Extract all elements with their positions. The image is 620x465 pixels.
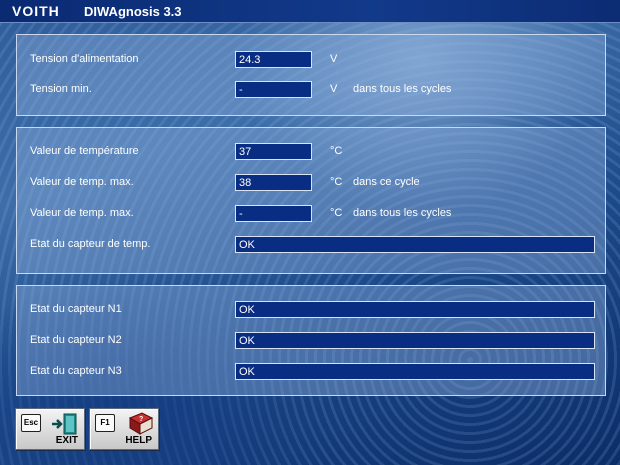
unit-supply-voltage: V [330,53,338,65]
label-sensor-n1: Etat du capteur N1 [30,303,122,315]
panel-sensors: Etat du capteur N1 OK Etat du capteur N2… [16,285,606,396]
label-min-voltage: Tension min. [30,83,92,95]
label-temp-sensor-status: Etat du capteur de temp. [30,238,151,250]
unit-temperature: °C [330,145,343,157]
value-max-temp-cycle: 38 [235,174,312,191]
app-title: DIWAgnosis 3.3 [84,3,182,19]
row-temperature: Valeur de température 37 °C [17,143,605,161]
label-max-temp-all: Valeur de temp. max. [30,207,134,219]
row-sensor-n2: Etat du capteur N2 OK [17,332,605,350]
unit-min-voltage: V [330,83,338,95]
door-exit-icon [52,413,77,435]
note-min-voltage: dans tous les cycles [353,83,452,95]
label-supply-voltage: Tension d'alimentation [30,53,139,65]
svg-text:?: ? [139,416,143,423]
panel-voltage: Tension d'alimentation 24.3 V Tension mi… [16,34,606,116]
help-button[interactable]: F1 ? HELP [89,408,159,450]
unit-max-temp-all: °C [330,207,343,219]
unit-max-temp-cycle: °C [330,176,343,188]
value-temperature: 37 [235,143,312,160]
value-temp-sensor-status: OK [235,236,595,253]
row-max-temp-cycle: Valeur de temp. max. 38 °C dans ce cycle [17,174,605,192]
label-sensor-n2: Etat du capteur N2 [30,334,122,346]
value-sensor-n3: OK [235,363,595,380]
row-supply-voltage: Tension d'alimentation 24.3 V [17,51,605,69]
row-temp-sensor-status: Etat du capteur de temp. OK [17,236,605,254]
note-max-temp-all: dans tous les cycles [353,207,452,219]
value-sensor-n2: OK [235,332,595,349]
value-sensor-n1: OK [235,301,595,318]
f1-keycap: F1 [95,414,115,432]
label-temperature: Valeur de température [30,145,139,157]
row-sensor-n1: Etat du capteur N1 OK [17,301,605,319]
row-min-voltage: Tension min. - V dans tous les cycles [17,81,605,99]
value-max-temp-all: - [235,205,312,222]
row-max-temp-all: Valeur de temp. max. - °C dans tous les … [17,205,605,223]
help-book-icon: ? [128,412,154,435]
value-supply-voltage: 24.3 [235,51,312,68]
help-label: HELP [125,435,152,446]
label-max-temp-cycle: Valeur de temp. max. [30,176,134,188]
panel-temperature: Valeur de température 37 °C Valeur de te… [16,127,606,274]
title-bar: VOITH DIWAgnosis 3.3 [0,0,620,23]
row-sensor-n3: Etat du capteur N3 OK [17,363,605,381]
label-sensor-n3: Etat du capteur N3 [30,365,122,377]
exit-button[interactable]: Esc EXIT [15,408,85,450]
value-min-voltage: - [235,81,312,98]
exit-label: EXIT [55,435,78,446]
brand-logo: VOITH [12,3,60,19]
esc-keycap: Esc [21,414,41,432]
note-max-temp-cycle: dans ce cycle [353,176,420,188]
